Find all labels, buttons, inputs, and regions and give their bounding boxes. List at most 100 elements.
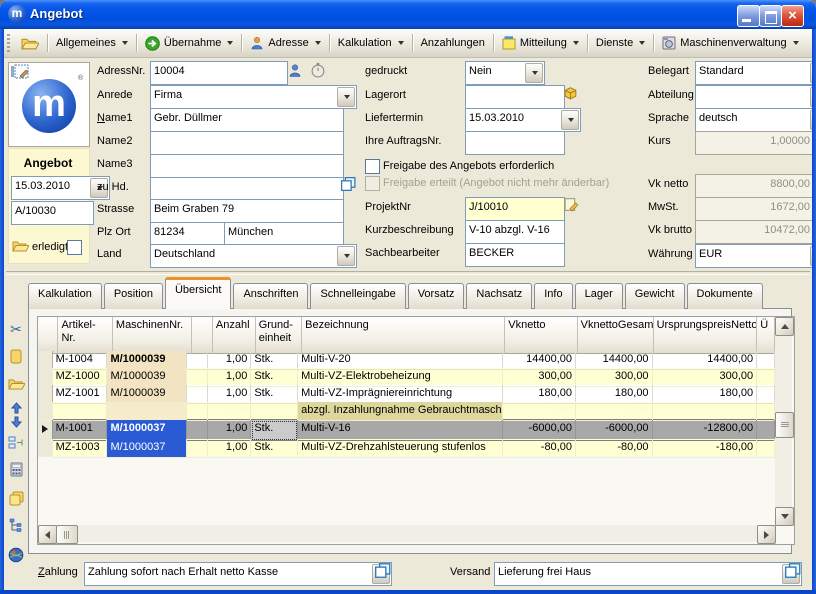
cell-einheit[interactable] [251,402,298,421]
scroll-down-button[interactable] [775,507,794,526]
name2-field[interactable] [150,131,344,155]
minimize-button[interactable] [737,5,760,27]
menu-adresse[interactable]: Adresse [244,33,326,53]
sprache-select[interactable]: deutsch [695,108,816,132]
document-number-field[interactable]: A/10030 [11,201,94,225]
waehrung-select[interactable]: EUR [695,244,816,268]
table-row[interactable]: MZ-1000 M/1000039 1,00 Stk. Multi-VZ-Ele… [38,368,775,385]
sachbearbeiter-field[interactable]: BECKER [465,243,565,267]
menu-maschinenverwaltung[interactable]: Maschinenverwaltung [656,33,804,53]
cell-blank[interactable] [187,402,208,421]
cell-gesamt[interactable]: -6000,00 [576,420,653,441]
scroll-right-button[interactable] [757,525,776,544]
cell-maschine[interactable]: M/1000037 [107,439,186,458]
copy-versand-icon[interactable] [784,562,802,579]
menu-kalkulation[interactable]: Kalkulation [332,34,410,52]
cell-ursprung[interactable] [653,402,758,421]
table-row[interactable]: MZ-1003 M/1000037 1,00 Stk. Multi-VZ-Dre… [38,439,775,456]
land-select[interactable]: Deutschland [150,244,357,268]
name3-field[interactable] [150,154,344,178]
header-artikelnr[interactable]: Artikel- Nr. [58,317,112,354]
header-ueberhang[interactable]: Ü [757,317,775,354]
warehouse-box-icon[interactable] [562,85,579,101]
paste-icon[interactable] [7,347,25,365]
horizontal-scrollbar[interactable] [38,525,774,542]
belegart-select[interactable]: Standard [695,61,816,85]
cell-vknetto[interactable]: -80,00 [503,439,576,458]
cell-blank[interactable] [757,402,775,421]
header-indicator[interactable] [38,317,58,354]
dropdown-arrow[interactable] [561,110,579,130]
insert-row-icon[interactable] [7,433,25,451]
header-ursprungspreisnetto[interactable]: UrsprungspreisNetto [654,317,758,354]
header-vknetto[interactable]: Vknetto [505,317,577,354]
menu-dienste[interactable]: Dienste [590,34,651,52]
cell-einheit[interactable]: Stk. [251,439,298,458]
open-button[interactable] [15,33,45,53]
horizontal-scroll-thumb[interactable] [56,525,78,544]
cell-bezeichnung[interactable]: Multi-V-16 [298,420,503,441]
header-anzahl[interactable]: Anzahl [213,317,256,354]
tab-position[interactable]: Position [104,283,163,309]
cut-icon[interactable]: ✂ [7,320,25,338]
cell-bezeichnung[interactable]: Multi-VZ-Drehzahlsteuerung stufenlos [298,439,503,458]
done-checkbox[interactable] [67,240,82,255]
liefertermin-select[interactable]: 15.03.2010 [465,108,581,132]
header-blank[interactable] [192,317,213,354]
copy-icon[interactable] [7,489,25,507]
stopwatch-icon[interactable] [310,62,326,78]
projektnr-field[interactable]: J/10010 [465,197,565,221]
menu-mitteilung[interactable]: Mitteilung [496,33,585,53]
tab-vorsatz[interactable]: Vorsatz [408,283,465,309]
adressnr-field[interactable]: 10004 [150,61,288,85]
edit-selection-icon[interactable] [10,64,30,82]
tab-info[interactable]: Info [534,283,572,309]
cell-maschine[interactable]: M/1000037 [107,420,186,441]
tab-nachsatz[interactable]: Nachsatz [466,283,532,309]
cell-bezeichnung[interactable]: abzgl. Inzahlungnahme Gebrauchtmaschine [298,402,503,421]
cell-blank[interactable] [187,420,208,441]
strasse-field[interactable]: Beim Graben 79 [150,199,344,223]
scroll-left-button[interactable] [38,525,57,544]
cell-anzahl[interactable]: 1,00 [208,420,251,441]
cell-blank[interactable] [757,439,775,458]
tab-uebersicht[interactable]: Übersicht [165,277,231,309]
ort-field[interactable]: München [224,222,344,246]
structure-icon[interactable] [7,516,25,534]
row-indicator[interactable] [38,402,53,420]
table-row[interactable]: 0,00 abzgl. Inzahlungnahme Gebrauchtmasc… [38,402,775,419]
menu-uebernahme[interactable]: Übernahme [139,33,239,54]
row-indicator[interactable] [38,385,53,403]
versand-select[interactable]: Lieferung frei Haus [494,562,802,586]
dropdown-arrow[interactable] [525,63,543,83]
move-down-icon[interactable] [7,415,25,428]
tab-schnelleingabe[interactable]: Schnelleingabe [310,283,405,309]
cell-gesamt[interactable]: 0,00 [576,402,653,421]
row-indicator[interactable] [38,368,53,386]
toolbar-grip[interactable] [7,34,10,52]
tab-kalkulation[interactable]: Kalkulation [28,283,102,309]
globe-icon[interactable] [7,546,25,564]
header-maschinennr[interactable]: MaschinenNr. [113,317,192,354]
row-indicator[interactable] [38,351,53,369]
calculator-icon[interactable] [7,460,25,478]
abteilung-select[interactable] [695,85,816,109]
anrede-select[interactable]: Firma [150,85,357,109]
menu-anzahlungen[interactable]: Anzahlungen [415,34,491,52]
tab-dokumente[interactable]: Dokumente [687,283,763,309]
cell-blank[interactable] [187,439,208,458]
document-date-select[interactable]: 15.03.2010 [11,176,110,200]
kurzbeschreibung-field[interactable]: V-10 abzgl. V-16 [465,220,565,244]
scroll-up-button[interactable] [775,317,794,336]
gedruckt-select[interactable]: Nein [465,61,545,85]
table-row-selected[interactable]: M-1001 M/1000037 1,00 Stk. Multi-V-16 -6… [38,419,775,439]
dropdown-arrow[interactable] [337,87,355,107]
move-up-icon[interactable] [7,401,25,414]
close-button[interactable]: × [781,5,804,27]
header-grundeinheit[interactable]: Grund- einheit [256,317,302,354]
cell-ursprung[interactable]: -180,00 [653,439,758,458]
table-row[interactable]: M-1004 M/1000039 1,00 Stk. Multi-V-20 14… [38,351,775,368]
cell-einheit-focused[interactable]: Stk. [251,420,298,441]
freigabe-erforderlich-checkbox[interactable] [365,159,380,174]
name1-field[interactable]: Gebr. Düllmer [150,108,344,132]
